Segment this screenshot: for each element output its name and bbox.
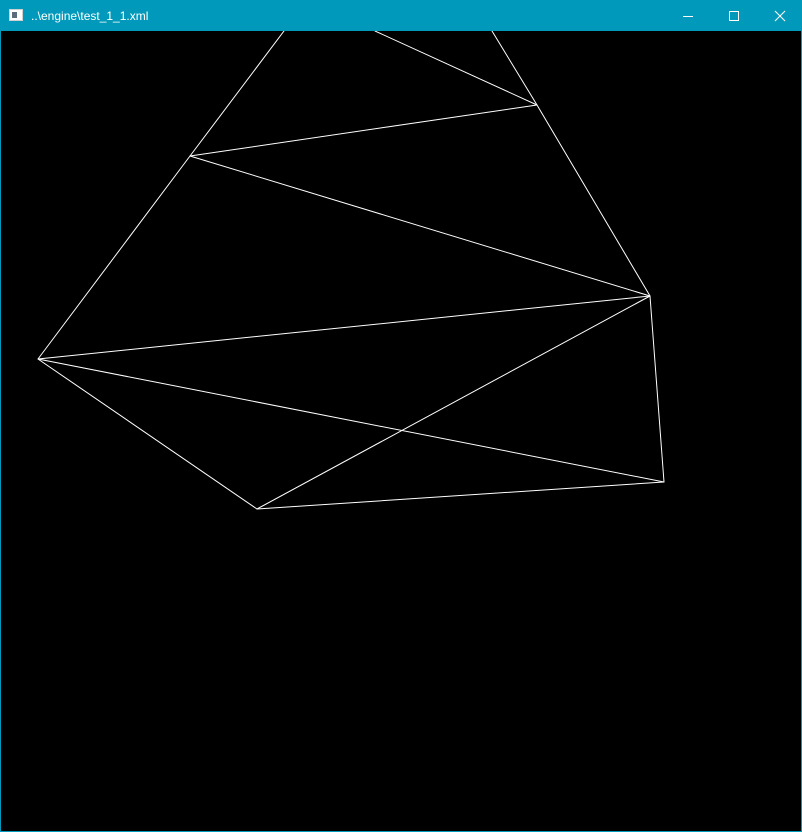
mesh-edge bbox=[189, 155, 651, 297]
mesh-edge bbox=[374, 31, 538, 106]
mesh-edge bbox=[189, 104, 538, 157]
maximize-button[interactable] bbox=[711, 1, 757, 31]
mesh-edge bbox=[649, 295, 665, 483]
mesh-edge bbox=[37, 358, 258, 510]
render-canvas[interactable] bbox=[1, 31, 801, 831]
minimize-button[interactable] bbox=[665, 1, 711, 31]
app-window: ..\engine\test_1_1.xml bbox=[0, 0, 802, 832]
close-button[interactable] bbox=[757, 1, 802, 31]
title-bar[interactable]: ..\engine\test_1_1.xml bbox=[1, 1, 801, 31]
mesh-edge bbox=[256, 295, 651, 510]
mesh-edge bbox=[491, 31, 538, 106]
mesh-edge bbox=[256, 481, 665, 510]
mesh-edge bbox=[37, 295, 651, 360]
mesh-edge bbox=[37, 358, 665, 483]
minimize-icon bbox=[683, 16, 693, 17]
window-title: ..\engine\test_1_1.xml bbox=[31, 9, 149, 23]
app-window-icon[interactable] bbox=[9, 9, 23, 21]
mesh-edge bbox=[37, 155, 191, 360]
mesh-edge bbox=[189, 31, 285, 157]
wireframe-mesh bbox=[37, 31, 665, 510]
mesh-edge bbox=[536, 104, 651, 297]
maximize-icon bbox=[729, 11, 739, 21]
close-icon bbox=[774, 10, 786, 22]
